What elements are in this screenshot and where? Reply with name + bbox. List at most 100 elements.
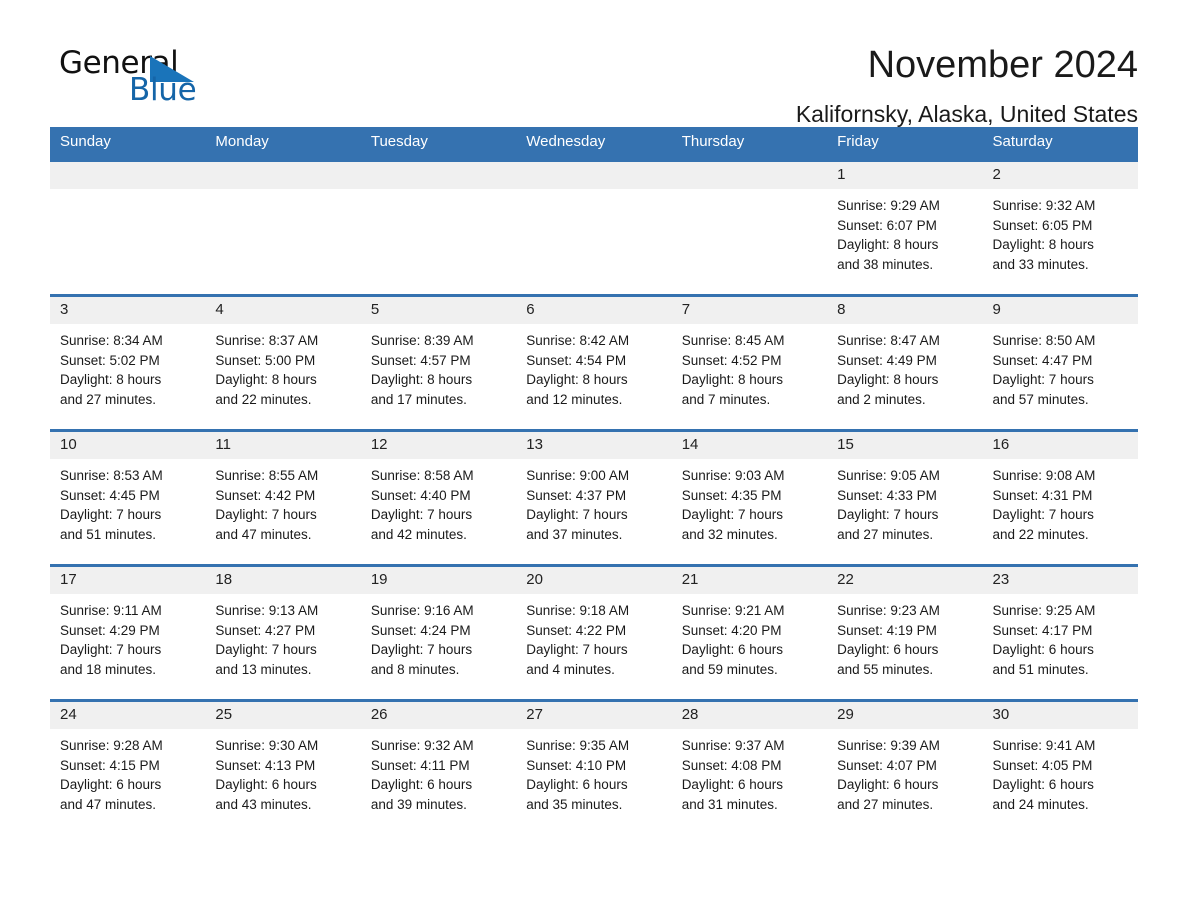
daylight-duration-line1: Daylight: 6 hours — [215, 777, 317, 793]
calendar-day-cell[interactable]: 26 Sunrise: 9:32 AM Sunset: 4:11 PM Dayligh… — [360, 698, 517, 834]
calendar-day-cell[interactable]: 9 Sunrise: 8:50 AM Sunset: 4:47 PM Daylight… — [982, 293, 1138, 430]
day-number — [360, 161, 517, 189]
calendar-day-cell[interactable]: 29 Sunrise: 9:39 AM Sunset: 4:07 PM Dayligh… — [827, 698, 983, 834]
day-details: Sunrise: 9:32 AM Sunset: 4:11 PM Daylight:… — [361, 729, 516, 815]
sunrise-time: Sunrise: 9:32 AM — [992, 198, 1096, 213]
sunrise-time: Sunrise: 9:21 AM — [681, 603, 785, 618]
calendar-empty-cell — [671, 158, 828, 295]
calendar-day-cell[interactable]: 15 Sunrise: 9:05 AM Sunset: 4:33 PM Dayligh… — [827, 428, 983, 565]
sunset-time: Sunset: 4:13 PM — [215, 757, 316, 773]
daylight-duration-line1: Daylight: 6 hours — [837, 642, 939, 658]
calendar-day-cell[interactable]: 14 Sunrise: 9:03 AM Sunset: 4:35 PM Dayligh… — [671, 428, 828, 565]
daylight-duration-line2: and 7 minutes. — [681, 392, 771, 408]
calendar-week-row: 10 Sunrise: 8:53 AM Sunset: 4:45 PM Dayligh… — [50, 428, 1138, 565]
sunset-time: Sunset: 4:49 PM — [837, 352, 937, 368]
daylight-duration-line2: and 27 minutes. — [837, 527, 934, 543]
sunset-time: Sunset: 5:02 PM — [60, 352, 160, 368]
weekday-header-wednesday: Wednesday — [516, 127, 672, 160]
day-number: 7 — [671, 296, 828, 324]
calendar-day-cell[interactable]: 17 Sunrise: 9:11 AM Sunset: 4:29 PM Dayligh… — [50, 563, 206, 700]
calendar-day-cell[interactable]: 19 Sunrise: 9:16 AM Sunset: 4:24 PM Dayligh… — [360, 563, 517, 700]
calendar-day-cell[interactable]: 30 Sunrise: 9:41 AM Sunset: 4:05 PM Dayligh… — [982, 698, 1138, 834]
day-details: Sunrise: 8:37 AM Sunset: 5:00 PM Daylight:… — [205, 324, 360, 410]
calendar-day-cell[interactable]: 18 Sunrise: 9:13 AM Sunset: 4:27 PM Dayligh… — [205, 563, 361, 700]
day-number: 19 — [360, 566, 517, 594]
sunrise-time: Sunrise: 9:41 AM — [992, 738, 1096, 753]
calendar-day-cell[interactable]: 7 Sunrise: 8:45 AM Sunset: 4:52 PM Daylight… — [671, 293, 828, 430]
calendar-header-row: Sunday Monday Tuesday Wednesday Thursday… — [50, 127, 1138, 160]
sunrise-time: Sunrise: 8:39 AM — [370, 333, 474, 348]
sunset-time: Sunset: 4:20 PM — [681, 622, 782, 638]
sunset-time: Sunset: 4:08 PM — [681, 757, 782, 773]
calendar-day-cell[interactable]: 23 Sunrise: 9:25 AM Sunset: 4:17 PM Dayligh… — [982, 563, 1138, 700]
day-details: Sunrise: 8:45 AM Sunset: 4:52 PM Daylight:… — [672, 324, 827, 410]
day-number: 21 — [671, 566, 828, 594]
daylight-duration-line1: Daylight: 6 hours — [60, 777, 162, 793]
day-number: 6 — [516, 296, 672, 324]
sunset-time: Sunset: 4:45 PM — [60, 487, 160, 503]
sunrise-time: Sunrise: 9:18 AM — [526, 603, 630, 618]
daylight-duration-line1: Daylight: 7 hours — [60, 642, 162, 658]
calendar-day-cell[interactable]: 10 Sunrise: 8:53 AM Sunset: 4:45 PM Dayligh… — [50, 428, 206, 565]
day-details: Sunrise: 9:08 AM Sunset: 4:31 PM Daylight:… — [983, 459, 1138, 545]
sunset-time: Sunset: 4:52 PM — [681, 352, 782, 368]
calendar-day-cell[interactable]: 6 Sunrise: 8:42 AM Sunset: 4:54 PM Daylight… — [516, 293, 672, 430]
daylight-duration-line2: and 32 minutes. — [681, 527, 778, 543]
daylight-duration-line2: and 51 minutes. — [60, 527, 157, 543]
day-details: Sunrise: 9:32 AM Sunset: 6:05 PM Daylight:… — [983, 189, 1138, 275]
calendar-day-cell[interactable]: 21 Sunrise: 9:21 AM Sunset: 4:20 PM Dayligh… — [671, 563, 828, 700]
weekday-header-monday: Monday — [205, 127, 361, 160]
sunset-time: Sunset: 5:00 PM — [215, 352, 316, 368]
day-number: 5 — [360, 296, 517, 324]
day-details: Sunrise: 8:42 AM Sunset: 4:54 PM Daylight:… — [516, 324, 671, 410]
calendar-day-cell[interactable]: 12 Sunrise: 8:58 AM Sunset: 4:40 PM Dayligh… — [360, 428, 517, 565]
day-number — [671, 161, 828, 189]
sunset-time: Sunset: 6:07 PM — [837, 217, 937, 233]
day-details: Sunrise: 8:58 AM Sunset: 4:40 PM Daylight:… — [361, 459, 516, 545]
calendar-day-cell[interactable]: 5 Sunrise: 8:39 AM Sunset: 4:57 PM Daylight… — [360, 293, 517, 430]
daylight-duration-line2: and 31 minutes. — [681, 797, 778, 813]
sunrise-time: Sunrise: 9:37 AM — [681, 738, 785, 753]
day-number — [50, 161, 206, 189]
sunrise-time: Sunrise: 9:03 AM — [681, 468, 785, 483]
sunset-time: Sunset: 4:31 PM — [992, 487, 1093, 503]
daylight-duration-line2: and 13 minutes. — [215, 662, 312, 678]
calendar-day-cell[interactable]: 20 Sunrise: 9:18 AM Sunset: 4:22 PM Dayligh… — [516, 563, 672, 700]
daylight-duration-line1: Daylight: 6 hours — [681, 777, 783, 793]
sunset-time: Sunset: 4:27 PM — [215, 622, 316, 638]
sunset-time: Sunset: 4:05 PM — [992, 757, 1093, 773]
sunset-time: Sunset: 4:33 PM — [837, 487, 937, 503]
daylight-duration-line2: and 38 minutes. — [837, 257, 934, 273]
daylight-duration-line1: Daylight: 8 hours — [370, 372, 473, 388]
daylight-duration-line1: Daylight: 8 hours — [60, 372, 162, 388]
sunset-time: Sunset: 4:07 PM — [837, 757, 937, 773]
sunset-time: Sunset: 4:11 PM — [370, 757, 470, 773]
daylight-duration-line1: Daylight: 6 hours — [681, 642, 783, 658]
sunrise-time: Sunrise: 8:50 AM — [992, 333, 1096, 348]
calendar-day-cell[interactable]: 8 Sunrise: 8:47 AM Sunset: 4:49 PM Daylight… — [827, 293, 983, 430]
day-details: Sunrise: 9:05 AM Sunset: 4:33 PM Daylight:… — [827, 459, 982, 545]
sunset-time: Sunset: 4:57 PM — [370, 352, 471, 368]
calendar-day-cell[interactable]: 28 Sunrise: 9:37 AM Sunset: 4:08 PM Dayligh… — [671, 698, 828, 834]
sunset-time: Sunset: 4:29 PM — [60, 622, 160, 638]
calendar-day-cell[interactable]: 16 Sunrise: 9:08 AM Sunset: 4:31 PM Dayligh… — [982, 428, 1138, 565]
day-number: 11 — [205, 431, 361, 459]
calendar-day-cell[interactable]: 22 Sunrise: 9:23 AM Sunset: 4:19 PM Dayligh… — [827, 563, 983, 700]
sunrise-time: Sunrise: 9:16 AM — [370, 603, 474, 618]
daylight-duration-line2: and 2 minutes. — [837, 392, 926, 408]
day-number: 13 — [516, 431, 672, 459]
daylight-duration-line1: Daylight: 7 hours — [526, 507, 628, 523]
calendar-day-cell[interactable]: 1 Sunrise: 9:29 AM Sunset: 6:07 PM Daylight… — [827, 158, 983, 295]
calendar-day-cell[interactable]: 24 Sunrise: 9:28 AM Sunset: 4:15 PM Dayligh… — [50, 698, 206, 834]
calendar-day-cell[interactable]: 4 Sunrise: 8:37 AM Sunset: 5:00 PM Daylight… — [205, 293, 361, 430]
calendar-day-cell[interactable]: 2 Sunrise: 9:32 AM Sunset: 6:05 PM Daylight… — [982, 158, 1138, 295]
calendar-day-cell[interactable]: 3 Sunrise: 8:34 AM Sunset: 5:02 PM Daylight… — [50, 293, 206, 430]
calendar-day-cell[interactable]: 13 Sunrise: 9:00 AM Sunset: 4:37 PM Dayligh… — [516, 428, 672, 565]
calendar-day-cell[interactable]: 27 Sunrise: 9:35 AM Sunset: 4:10 PM Dayligh… — [516, 698, 672, 834]
day-number: 9 — [982, 296, 1138, 324]
day-details: Sunrise: 9:29 AM Sunset: 6:07 PM Daylight:… — [827, 189, 982, 275]
day-details: Sunrise: 9:03 AM Sunset: 4:35 PM Daylight:… — [672, 459, 827, 545]
calendar-day-cell[interactable]: 11 Sunrise: 8:55 AM Sunset: 4:42 PM Dayligh… — [205, 428, 361, 565]
calendar-day-cell[interactable]: 25 Sunrise: 9:30 AM Sunset: 4:13 PM Dayligh… — [205, 698, 361, 834]
daylight-duration-line2: and 12 minutes. — [526, 392, 623, 408]
